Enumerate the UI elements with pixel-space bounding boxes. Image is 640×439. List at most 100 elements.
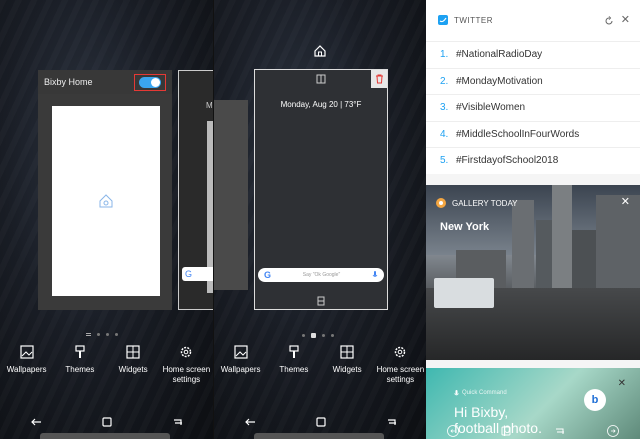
- card-bottom-handle: [255, 293, 387, 309]
- gallery-location: New York: [440, 221, 490, 233]
- trend-item[interactable]: 3. #VisibleWomen: [426, 94, 640, 121]
- gallery-flower-icon: [436, 198, 446, 208]
- recents-icon[interactable]: [386, 416, 398, 428]
- wallpapers-button[interactable]: Wallpapers: [216, 345, 266, 385]
- page-dot: [115, 333, 118, 336]
- wallpapers-label: Wallpapers: [6, 365, 47, 374]
- widgets-button[interactable]: Widgets: [108, 345, 158, 385]
- photo-building: [572, 230, 596, 290]
- trend-rank: 2.: [440, 75, 449, 87]
- close-icon[interactable]: ✕: [621, 195, 630, 208]
- forward-arrow-icon[interactable]: [607, 425, 620, 437]
- themes-button[interactable]: Themes: [269, 345, 319, 385]
- back-arrow-icon[interactable]: [30, 416, 42, 428]
- next-page-partial-text: M: [206, 101, 213, 110]
- gallery-card-header: GALLERY TODAY: [436, 198, 518, 208]
- navigation-bar: [426, 425, 640, 437]
- home-nav-icon[interactable]: [500, 425, 512, 437]
- refresh-icon[interactable]: [604, 16, 614, 26]
- trend-tag: #FirstdayofSchool2018: [456, 155, 559, 167]
- gesture-bar: [254, 433, 384, 439]
- photo-building: [536, 220, 552, 290]
- recents-icon[interactable]: [554, 425, 566, 437]
- themes-label: Themes: [279, 365, 309, 374]
- close-icon[interactable]: ✕: [621, 13, 630, 26]
- wallpapers-button[interactable]: Wallpapers: [2, 345, 52, 385]
- bixby-home-preview: [52, 106, 160, 296]
- photo-building: [596, 195, 640, 290]
- page-dot: [331, 334, 334, 337]
- home-nav-icon[interactable]: [315, 416, 327, 428]
- bixby-home-header: Bixby Home: [38, 70, 172, 94]
- trend-rank: 5.: [440, 155, 449, 167]
- home-nav-icon[interactable]: [101, 416, 113, 428]
- trend-item[interactable]: 2. #MondayMotivation: [426, 67, 640, 95]
- google-logo: G: [264, 270, 272, 280]
- twitter-card-title: TWITTER: [454, 15, 494, 25]
- trend-tag: #MiddleSchoolInFourWords: [456, 128, 580, 140]
- home-screen-settings-button[interactable]: Home screen settings: [161, 345, 211, 385]
- bixby-home-toggle-highlight: [134, 73, 166, 91]
- mic-icon: [454, 390, 459, 396]
- trend-item[interactable]: 1. #NationalRadioDay: [426, 41, 640, 68]
- brush-icon: [289, 345, 299, 358]
- page-indicator: [86, 333, 118, 336]
- gesture-bar: [40, 433, 170, 439]
- back-arrow-icon[interactable]: [244, 416, 256, 428]
- default-home-icon[interactable]: [314, 45, 326, 57]
- photo-building: [552, 185, 572, 290]
- date-weather-widget[interactable]: Monday, Aug 20 | 73°F: [255, 100, 387, 109]
- widgets-label: Widgets: [332, 365, 362, 374]
- twitter-logo-icon: [438, 15, 448, 25]
- twitter-card[interactable]: TWITTER ✕ 1. #NationalRadioDay 2. #MondayM…: [426, 0, 640, 174]
- bixby-home-icon: [99, 194, 113, 208]
- quick-command-card[interactable]: ✕ Quick Command Hi Bixby, football photo…: [426, 368, 640, 439]
- home-screen-settings-label: Home screen settings: [376, 365, 425, 384]
- photo-bus: [434, 278, 494, 308]
- twitter-card-header: TWITTER ✕: [426, 0, 640, 40]
- google-search-bar[interactable]: G Say "Ok Google": [258, 268, 384, 282]
- photo-building: [512, 200, 534, 290]
- trend-tag: #MondayMotivation: [456, 75, 543, 87]
- gallery-today-card[interactable]: GALLERY TODAY New York ✕: [426, 185, 640, 360]
- bixby-home-title: Bixby Home: [44, 77, 93, 87]
- home-page-indicator: [311, 333, 316, 338]
- bixby-logo-icon[interactable]: b: [584, 389, 606, 411]
- quick-command-label: Quick Command: [462, 390, 507, 396]
- close-icon[interactable]: ✕: [618, 378, 626, 389]
- widgets-icon: [126, 345, 140, 359]
- brush-icon: [75, 345, 85, 358]
- navigation-bar: [214, 416, 426, 428]
- navigation-bar: [0, 416, 213, 428]
- widgets-button[interactable]: Widgets: [322, 345, 372, 385]
- next-home-page-card[interactable]: M G: [178, 70, 213, 310]
- trend-rank: 3.: [440, 102, 449, 114]
- bixby-home-toggle[interactable]: [139, 76, 161, 88]
- widgets-label: Widgets: [118, 365, 148, 374]
- next-page-search-bar: G: [182, 267, 213, 281]
- home-page-panel: Monday, Aug 20 | 73°F G Say "Ok Google" …: [213, 0, 426, 439]
- trash-icon: [375, 74, 383, 84]
- mic-icon[interactable]: [372, 271, 378, 279]
- apps-grid-icon: [317, 296, 325, 306]
- trend-tag: #NationalRadioDay: [456, 49, 543, 61]
- wallpaper-icon: [234, 345, 248, 359]
- themes-button[interactable]: Themes: [55, 345, 105, 385]
- back-arrow-icon[interactable]: [446, 425, 459, 437]
- themes-label: Themes: [65, 365, 95, 374]
- gear-icon: [395, 346, 406, 358]
- page-dot: [322, 334, 325, 337]
- home-page-card[interactable]: Monday, Aug 20 | 73°F G Say "Ok Google": [254, 69, 388, 310]
- bixby-home-page-card[interactable]: Bixby Home: [38, 70, 172, 310]
- wallpaper-icon: [20, 345, 34, 359]
- trend-tag: #VisibleWomen: [456, 102, 526, 114]
- previous-page-edge[interactable]: [214, 100, 248, 290]
- trend-item[interactable]: 4. #MiddleSchoolInFourWords: [426, 120, 640, 148]
- search-placeholder: Say "Ok Google": [302, 272, 341, 278]
- page-dot: [97, 333, 100, 336]
- home-screen-settings-button[interactable]: Home screen settings: [375, 345, 425, 385]
- trend-item[interactable]: 5. #FirstdayofSchool2018: [426, 147, 640, 174]
- recents-icon[interactable]: [172, 416, 184, 428]
- delete-page-button[interactable]: [371, 70, 387, 88]
- trending-list: 1. #NationalRadioDay 2. #MondayMotivation …: [426, 40, 640, 174]
